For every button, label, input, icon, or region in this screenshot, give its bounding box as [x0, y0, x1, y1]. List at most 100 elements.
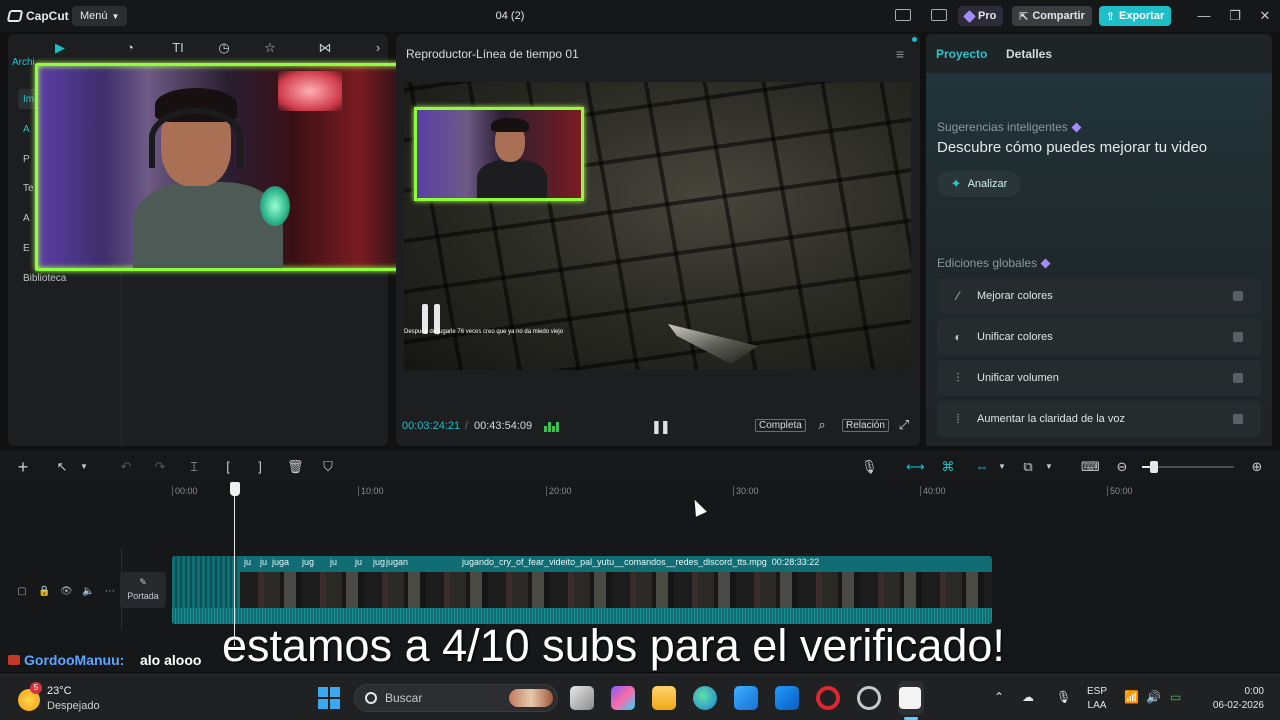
select-cursor-icon[interactable]: ↖: [54, 459, 70, 475]
zoom-slider-handle[interactable]: [1150, 461, 1158, 473]
trim-left-icon[interactable]: [: [220, 459, 236, 475]
ruler-label: 30:00: [736, 486, 759, 496]
wifi-icon[interactable]: 📶: [1124, 690, 1139, 704]
fullscreen-icon[interactable]: ⤢: [896, 417, 912, 433]
system-clock[interactable]: 0:00 06-02-2026: [1200, 685, 1264, 713]
close-icon[interactable]: ✕: [1257, 8, 1273, 24]
pro-button[interactable]: Pro: [958, 6, 1004, 26]
chevron-right-icon[interactable]: ›: [370, 41, 386, 55]
app-name: CapCut: [26, 9, 69, 23]
export-button[interactable]: ⇧ Exportar: [1099, 6, 1171, 26]
media-toolbar: ▶ ◔ TI ◷ ☆ ⋈ ›: [8, 34, 388, 62]
track-box-icon[interactable]: ▢: [16, 586, 28, 598]
add-track-icon[interactable]: +: [15, 458, 31, 476]
pro-label: Pro: [978, 10, 997, 22]
tab-details[interactable]: Detalles: [1006, 47, 1052, 61]
sparkle-icon: ✦: [950, 176, 962, 191]
shortcuts-icon[interactable]: [931, 9, 947, 21]
chevron-down-icon[interactable]: ▼: [1041, 459, 1057, 475]
chat-badge-icon: [8, 655, 20, 665]
snap-icon[interactable]: ⌘: [940, 459, 956, 475]
windows-taskbar: 5 23°C Despejado Buscar ⌃ ☁ 🎙 ESP LAA 📶 …: [0, 674, 1280, 720]
preview-axis-icon[interactable]: ⧉: [1020, 459, 1036, 475]
global-edit-enhance-colors[interactable]: ⁄ Mejorar colores: [937, 278, 1261, 314]
weather-temperature[interactable]: 23°C: [47, 685, 72, 697]
mic-icon[interactable]: 🎙: [1056, 690, 1071, 704]
global-edit-voice-clarity[interactable]: ⦙ Aumentar la claridad de la voz: [937, 401, 1261, 437]
auto-link-icon[interactable]: ⇔: [974, 459, 990, 475]
cloud-icon[interactable]: ☁: [1022, 690, 1034, 704]
store-icon[interactable]: [734, 686, 758, 710]
zoom-fit-icon[interactable]: ⌕: [814, 417, 830, 433]
language-indicator[interactable]: ESP LAA: [1087, 685, 1107, 713]
speaker-icon[interactable]: 🔈: [82, 586, 94, 598]
share-button[interactable]: ⇱ Compartir: [1012, 6, 1092, 26]
minimize-icon[interactable]: —: [1196, 8, 1212, 23]
toggle-switch[interactable]: [1233, 373, 1243, 383]
pause-button[interactable]: ❚❚: [651, 419, 671, 435]
effects-tab-icon[interactable]: ☆: [262, 41, 278, 55]
ruler-label: 40:00: [923, 486, 946, 496]
redo-icon[interactable]: ↷: [152, 459, 168, 475]
toggle-switch[interactable]: [1233, 332, 1243, 342]
battery-icon[interactable]: ▭: [1170, 690, 1181, 704]
outlook-icon[interactable]: [775, 686, 799, 710]
lock-icon[interactable]: 🔒: [38, 586, 50, 598]
microphone-icon[interactable]: 🎙: [861, 459, 878, 475]
webcam-preview: [414, 107, 584, 201]
split-icon[interactable]: ⌶: [186, 459, 202, 475]
weather-description[interactable]: Despejado: [47, 700, 100, 712]
menu-button[interactable]: Menú ▼: [72, 6, 128, 26]
aspect-ratio-button[interactable]: Relación: [842, 419, 889, 432]
chevron-down-icon[interactable]: ▼: [76, 459, 92, 475]
transitions-tab-icon[interactable]: ⋈: [317, 41, 333, 55]
tab-project[interactable]: Proyecto: [936, 47, 987, 61]
global-edit-unify-colors[interactable]: ◐ Unificar colores: [937, 319, 1261, 355]
start-button[interactable]: [318, 687, 340, 709]
more-icon[interactable]: ⋯: [104, 586, 116, 598]
video-clip[interactable]: ju ju juga jug ju jug ju jugan jugando_c…: [172, 556, 992, 624]
analyze-button[interactable]: ✦ Analizar: [937, 171, 1021, 197]
webcam-overlay: [35, 63, 406, 271]
taskbar-search[interactable]: Buscar: [354, 684, 558, 712]
pencil-icon: ✎: [139, 577, 147, 587]
chevron-down-icon[interactable]: ▼: [994, 459, 1010, 475]
smart-suggestions-label: Sugerencias inteligentes: [937, 120, 1082, 134]
chevron-up-icon[interactable]: ⌃: [994, 690, 1004, 704]
zoom-in-icon[interactable]: ⊕: [1249, 459, 1265, 475]
copilot-icon[interactable]: [611, 686, 635, 710]
undo-icon[interactable]: ↶: [118, 459, 134, 475]
video-preview[interactable]: Después de jugarle 76 veces creo que ya …: [404, 82, 911, 370]
trim-right-icon[interactable]: ]: [252, 459, 268, 475]
export-label: Exportar: [1118, 10, 1165, 22]
delete-icon[interactable]: 🗑: [287, 459, 304, 475]
opera-gx-icon[interactable]: [816, 686, 840, 710]
restore-icon[interactable]: ❐: [1227, 8, 1243, 24]
toggle-switch[interactable]: [1233, 414, 1243, 424]
file-explorer-icon[interactable]: [652, 686, 676, 710]
eye-icon[interactable]: 👁: [60, 586, 73, 598]
shield-icon[interactable]: ⛉: [320, 459, 336, 475]
link-clips-icon[interactable]: ⟷: [906, 459, 925, 475]
hamburger-menu-icon[interactable]: ≡: [896, 46, 904, 62]
edge-browser-icon[interactable]: [693, 686, 717, 710]
capcut-taskbar-icon[interactable]: [899, 687, 921, 709]
audio-tab-icon[interactable]: ◔: [122, 41, 138, 55]
task-view-icon[interactable]: [570, 686, 594, 710]
cover-button[interactable]: ✎ Portada: [120, 572, 166, 608]
chevron-down-icon: ▼: [111, 11, 120, 21]
upload-icon: ⇧: [1105, 10, 1115, 23]
sidebar-item-library[interactable]: Biblioteca: [18, 268, 114, 288]
volume-icon[interactable]: 🔊: [1146, 690, 1161, 704]
global-edit-unify-volume[interactable]: ⫶ Unificar volumen: [937, 360, 1261, 396]
obs-icon[interactable]: [857, 686, 881, 710]
sticker-tab-icon[interactable]: ◷: [216, 41, 232, 55]
playhead-handle[interactable]: [230, 482, 240, 496]
text-tab-icon[interactable]: TI: [170, 41, 186, 55]
caption-icon[interactable]: ⌨: [1081, 459, 1100, 475]
layout-icon[interactable]: [895, 9, 911, 21]
media-tab-icon[interactable]: ▶: [52, 41, 68, 55]
zoom-out-icon[interactable]: ⊖: [1114, 459, 1130, 475]
full-quality-button[interactable]: Completa: [755, 419, 806, 432]
toggle-switch[interactable]: [1233, 291, 1243, 301]
